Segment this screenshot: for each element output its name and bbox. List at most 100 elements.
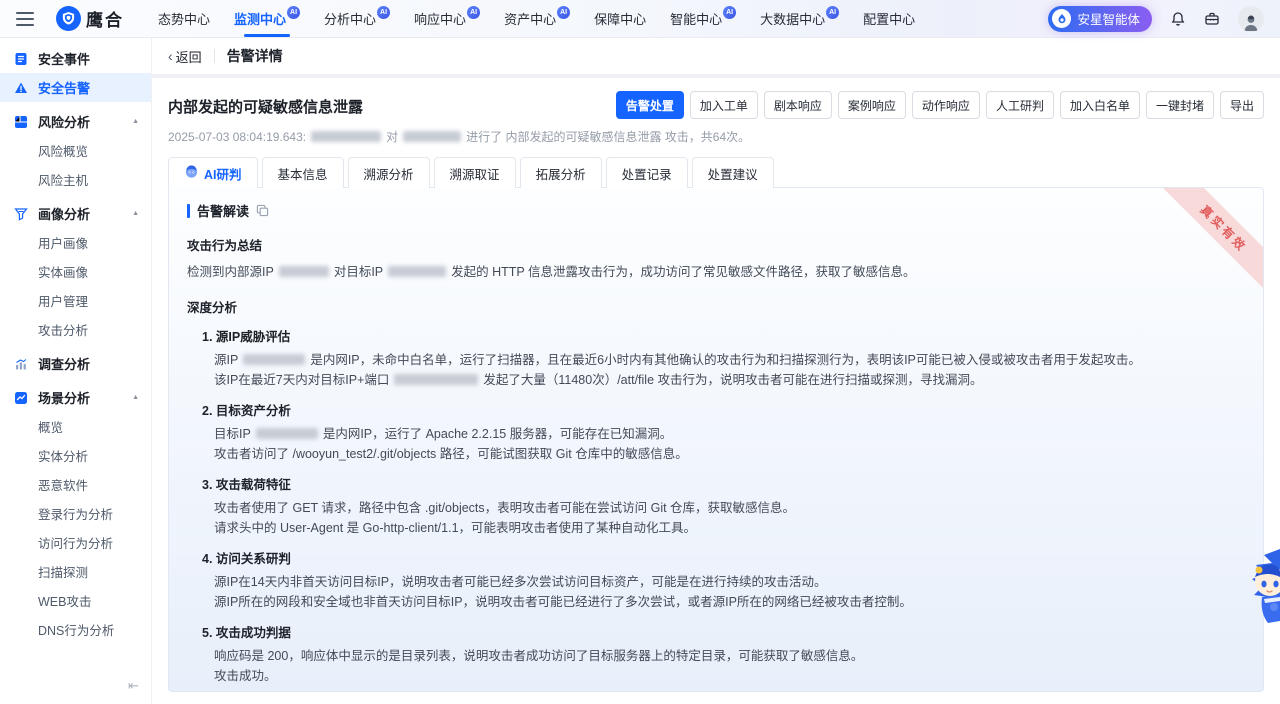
dashboard-icon (14, 115, 29, 129)
tab-trace-evidence[interactable]: 溯源取证 (434, 157, 516, 188)
sidebar-item-entity-profile[interactable]: 实体画像 (0, 257, 151, 286)
playbook-response-button[interactable]: 剧本响应 (764, 91, 832, 119)
sidebar-item-risk-overview[interactable]: 风险概览 (0, 136, 151, 165)
notification-bell-icon[interactable] (1170, 11, 1186, 27)
analysis-line: 源IP是内网IP，未命中白名单，运行了扫描器，且在最近6小时内有其他确认的攻击行… (214, 351, 1245, 371)
tab-handling-record[interactable]: 处置记录 (606, 157, 688, 188)
nav-item-bigdata[interactable]: 大数据中心AI (760, 0, 839, 37)
add-whitelist-button[interactable]: 加入白名单 (1060, 91, 1140, 119)
sidebar-item-attack-analysis[interactable]: 攻击分析 (0, 315, 151, 344)
redacted-source-ip (311, 131, 381, 142)
sidebar: 安全事件 安全告警 风险分析▲ 风险概览 风险主机 画像分析▲ 用户画像 实体画… (0, 38, 152, 704)
sidebar-group-profile-analysis[interactable]: 画像分析▲ (0, 199, 151, 228)
redacted-target-ip (403, 131, 461, 142)
shield-logo-icon (56, 6, 81, 31)
analysis-item: 4. 访问关系研判 源IP在14天内非首天访问目标IP，说明攻击者可能已经多次尝… (202, 548, 1245, 612)
document-icon (14, 52, 29, 66)
main-area: ‹返回 告警详情 内部发起的可疑敏感信息泄露 告警处置 加入工单 剧本响应 案例… (152, 38, 1280, 704)
manual-judge-button[interactable]: 人工研判 (986, 91, 1054, 119)
assistant-mascot[interactable] (1234, 543, 1280, 643)
ai-assistant-button[interactable]: 安星智能体 (1048, 6, 1152, 32)
analysis-line: 请求头中的 User-Agent 是 Go-http-client/1.1，可能… (214, 519, 1245, 539)
nav-item-analysis[interactable]: 分析中心AI (324, 0, 390, 37)
assistant-label: 安星智能体 (1077, 9, 1140, 28)
ai-badge-icon: AI (467, 6, 480, 19)
analysis-line: 攻击成功。 (214, 667, 1245, 687)
sidebar-item-entity-analysis[interactable]: 实体分析 (0, 441, 151, 470)
menu-icon[interactable] (16, 12, 34, 26)
chevron-up-icon: ▲ (132, 210, 139, 217)
sidebar-item-user-profile[interactable]: 用户画像 (0, 228, 151, 257)
sidebar-item-security-alerts[interactable]: 安全告警 (0, 73, 151, 102)
chevron-up-icon: ▲ (132, 394, 139, 401)
ai-badge-icon: AI (557, 6, 570, 19)
sidebar-item-investigation[interactable]: 调查分析 (0, 349, 151, 378)
analysis-item: 3. 攻击载荷特征 攻击者使用了 GET 请求，路径中包含 .git/objec… (202, 474, 1245, 538)
back-button[interactable]: ‹返回 (168, 47, 202, 66)
summary-heading: 攻击行为总结 (187, 235, 1245, 254)
section-title: 告警解读 (197, 201, 249, 220)
nav-item-asset[interactable]: 资产中心AI (504, 0, 570, 37)
brand-name: 鹰合 (86, 6, 124, 31)
alert-triangle-icon (14, 81, 29, 95)
sidebar-item-login-behavior[interactable]: 登录行为分析 (0, 499, 151, 528)
sidebar-collapse-icon[interactable]: ⇤ (128, 678, 139, 694)
deep-analysis-list: 1. 源IP威胁评估 源IP是内网IP，未命中白名单，运行了扫描器，且在最近6小… (187, 326, 1245, 686)
topnav-right: 安星智能体 (1048, 6, 1264, 32)
redacted-target-ip (256, 428, 318, 439)
sidebar-item-web-attack[interactable]: WEB攻击 (0, 586, 151, 615)
sidebar-group-scenario-analysis[interactable]: 场景分析▲ (0, 383, 151, 412)
nav-item-response[interactable]: 响应中心AI (414, 0, 480, 37)
sidebar-item-overview[interactable]: 概览 (0, 412, 151, 441)
tab-extended-analysis[interactable]: 拓展分析 (520, 157, 602, 188)
sidebar-item-access-behavior[interactable]: 访问行为分析 (0, 528, 151, 557)
top-nav-items: 态势中心 监测中心AI 分析中心AI 响应中心AI 资产中心AI 保障中心 智能… (158, 0, 915, 37)
sidebar-item-malware[interactable]: 恶意软件 (0, 470, 151, 499)
summary-paragraph: 检测到内部源IP对目标IP发起的 HTTP 信息泄露攻击行为，成功访问了常见敏感… (187, 263, 1245, 282)
analysis-line: 攻击者使用了 GET 请求，路径中包含 .git/objects，表明攻击者可能… (214, 499, 1245, 519)
user-avatar[interactable] (1238, 6, 1264, 32)
nav-item-config[interactable]: 配置中心 (863, 0, 915, 37)
analysis-line: 该IP在最近7天内对目标IP+端口发起了大量（11480次）/att/file … (214, 371, 1245, 391)
trend-box-icon (14, 391, 29, 405)
one-click-block-button[interactable]: 一键封堵 (1146, 91, 1214, 119)
nav-item-situation[interactable]: 态势中心 (158, 0, 210, 37)
toolbox-icon[interactable] (1204, 11, 1220, 27)
redacted-source-ip (279, 266, 329, 277)
analysis-item: 5. 攻击成功判据 响应码是 200，响应体中显示的是目录列表，说明攻击者成功访… (202, 622, 1245, 686)
action-response-button[interactable]: 动作响应 (912, 91, 980, 119)
brand: 鹰合 (56, 6, 124, 31)
redacted-target-ip (388, 266, 446, 277)
tab-basic-info[interactable]: 基本信息 (262, 157, 344, 188)
analysis-line: 源IP所在的网段和安全域也非首天访问目标IP，说明攻击者可能已经进行了多次尝试，… (214, 593, 1245, 613)
top-navbar: 鹰合 态势中心 监测中心AI 分析中心AI 响应中心AI 资产中心AI 保障中心… (0, 0, 1280, 38)
handle-alert-button[interactable]: 告警处置 (616, 91, 684, 119)
nav-item-guarantee[interactable]: 保障中心 (594, 0, 646, 37)
ai-badge-icon: AI (377, 6, 390, 19)
case-response-button[interactable]: 案例响应 (838, 91, 906, 119)
copy-icon[interactable] (256, 204, 269, 217)
nav-item-monitor[interactable]: 监测中心AI (234, 0, 300, 37)
tab-handling-advice[interactable]: 处置建议 (692, 157, 774, 188)
export-button[interactable]: 导出 (1220, 91, 1264, 119)
sidebar-item-user-management[interactable]: 用户管理 (0, 286, 151, 315)
bar-chart-icon (14, 357, 29, 371)
redacted-ip-port (394, 374, 478, 385)
analysis-line: 源IP在14天内非首天访问目标IP，说明攻击者可能已经多次尝试访问目标资产，可能… (214, 573, 1245, 593)
sidebar-item-dns-behavior[interactable]: DNS行为分析 (0, 615, 151, 644)
ai-judgement-panel: 真实有效 告警解读 攻击行为总结 检测到内部源IP对目标IP发起的 HTTP 信… (168, 187, 1264, 692)
funnel-icon (14, 207, 29, 221)
nav-item-intelligence[interactable]: 智能中心AI (670, 0, 736, 37)
sidebar-item-security-events[interactable]: 安全事件 (0, 44, 151, 73)
alert-title: 内部发起的可疑敏感信息泄露 (168, 91, 363, 117)
assistant-logo-icon (1052, 9, 1071, 28)
tab-trace-analysis[interactable]: 溯源分析 (348, 157, 430, 188)
sidebar-group-risk-analysis[interactable]: 风险分析▲ (0, 107, 151, 136)
chevron-up-icon: ▲ (132, 118, 139, 125)
add-ticket-button[interactable]: 加入工单 (690, 91, 758, 119)
sidebar-item-scan-detect[interactable]: 扫描探测 (0, 557, 151, 586)
sidebar-item-risk-hosts[interactable]: 风险主机 (0, 165, 151, 194)
ai-badge-icon: AI (826, 6, 839, 19)
tab-ai-judgement[interactable]: AI研判 (168, 157, 258, 188)
redacted-source-ip (243, 354, 305, 365)
